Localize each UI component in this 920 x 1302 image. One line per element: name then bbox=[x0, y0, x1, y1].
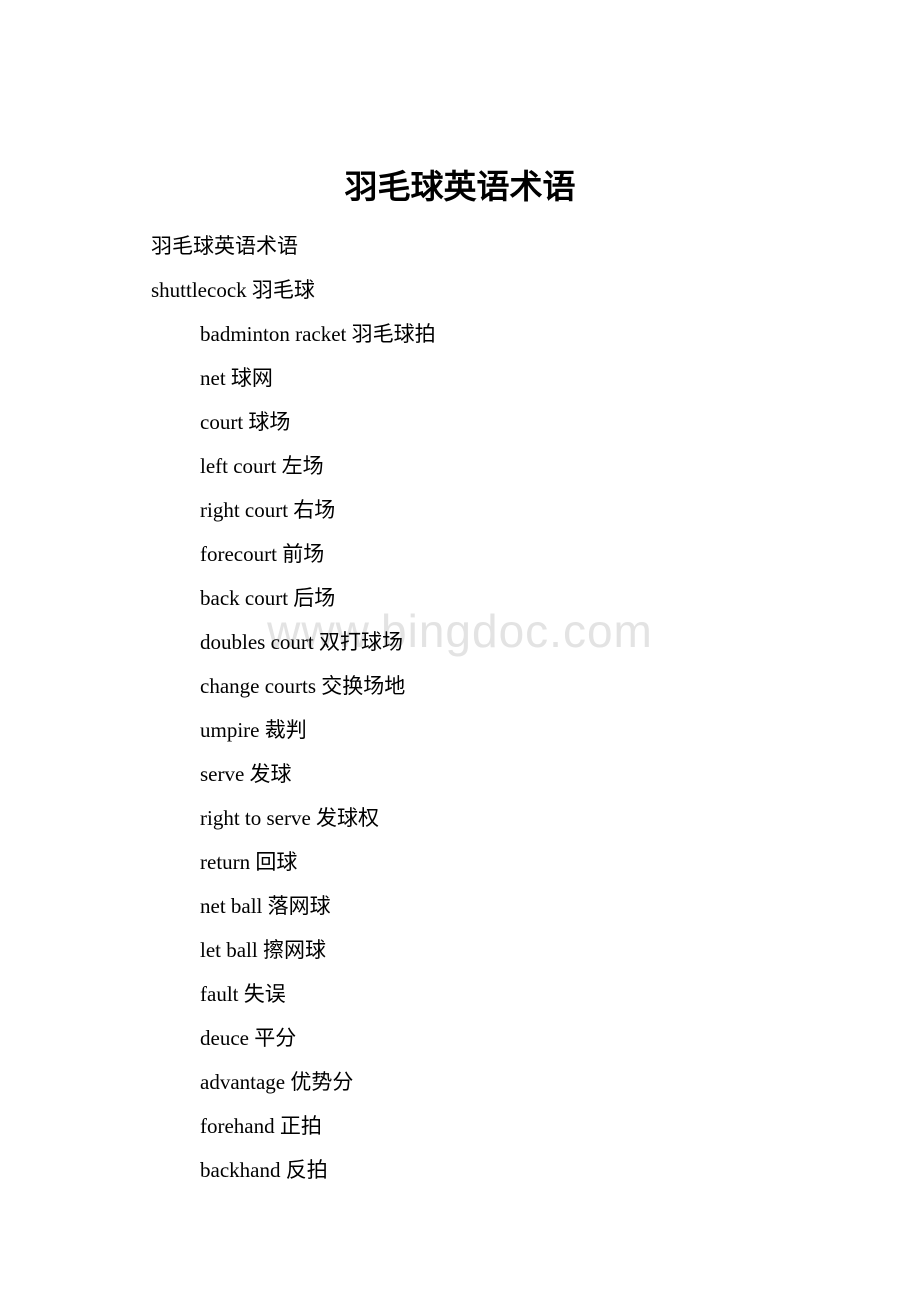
page-title: 羽毛球英语术语 bbox=[344, 170, 576, 207]
glossary-entry: court 球场 bbox=[200, 410, 291, 434]
glossary-entry: backhand 反拍 bbox=[200, 1158, 328, 1182]
glossary-entry: change courts 交换场地 bbox=[200, 674, 406, 698]
glossary-entry: let ball 擦网球 bbox=[200, 938, 326, 962]
glossary-entry: serve 发球 bbox=[200, 762, 292, 786]
intro-line: 羽毛球英语术语 bbox=[151, 234, 298, 258]
glossary-entry: forehand 正拍 bbox=[200, 1114, 322, 1138]
glossary-entry: net ball 落网球 bbox=[200, 894, 331, 918]
glossary-entry: deuce 平分 bbox=[200, 1026, 297, 1050]
glossary-entry: net 球网 bbox=[200, 366, 273, 390]
intro-line: shuttlecock 羽毛球 bbox=[151, 278, 315, 302]
glossary-entry: right court 右场 bbox=[200, 498, 336, 522]
glossary-entry: doubles court 双打球场 bbox=[200, 630, 403, 654]
glossary-entry: umpire 裁判 bbox=[200, 718, 307, 742]
glossary-entry: advantage 优势分 bbox=[200, 1070, 354, 1094]
glossary-entry: return 回球 bbox=[200, 850, 298, 874]
document-page: www.bingdoc.com 羽毛球英语术语 羽毛球英语术语 shuttleco… bbox=[0, 0, 920, 1302]
glossary-entry: badminton racket 羽毛球拍 bbox=[200, 322, 436, 346]
glossary-entry: back court 后场 bbox=[200, 586, 336, 610]
glossary-entry: forecourt 前场 bbox=[200, 542, 325, 566]
watermark: www.bingdoc.com bbox=[267, 605, 653, 657]
glossary-entry: fault 失误 bbox=[200, 982, 286, 1006]
glossary-entry: left court 左场 bbox=[200, 454, 324, 478]
glossary-entry: right to serve 发球权 bbox=[200, 806, 380, 830]
